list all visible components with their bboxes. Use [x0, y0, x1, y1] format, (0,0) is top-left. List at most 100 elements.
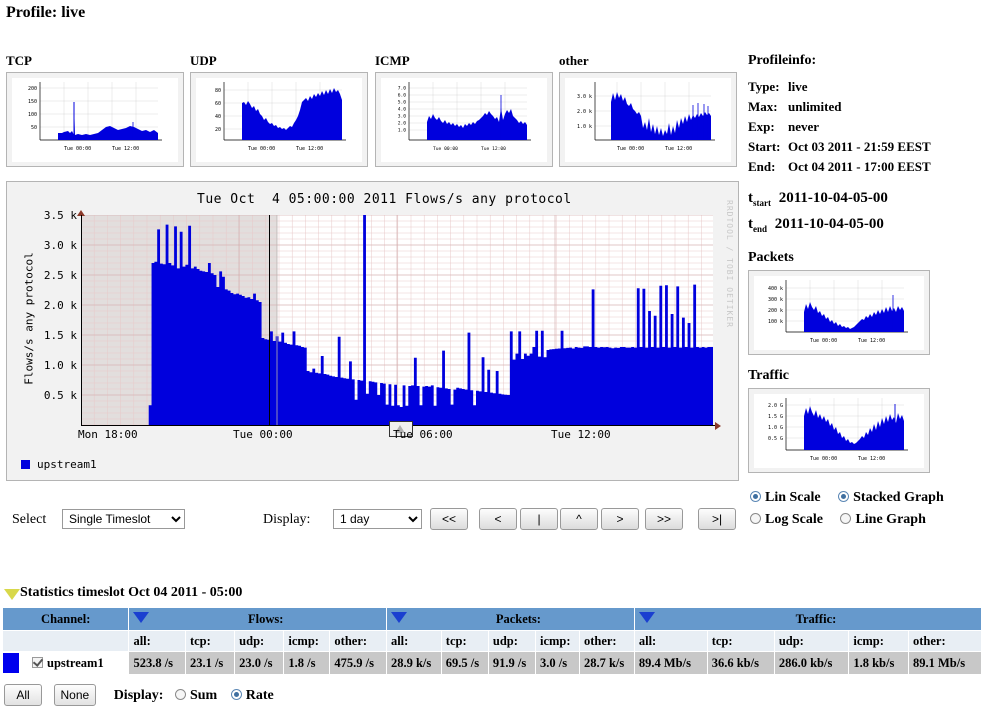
t-end-subscript: end	[753, 224, 768, 234]
profileinfo-value: live	[788, 79, 808, 94]
table-row[interactable]: upstream1 523.8 /s 23.1 /s 23.0 /s 1.8 /…	[2, 651, 982, 675]
svg-text:1.0 k: 1.0 k	[577, 124, 592, 130]
radio-stacked-graph-icon[interactable]	[838, 491, 850, 502]
subheader-flows-tcp[interactable]: tcp:	[184, 630, 236, 652]
svg-text:7.0: 7.0	[398, 86, 407, 92]
subheader-packets-all[interactable]: all:	[385, 630, 442, 652]
radio-line-graph[interactable]: Line Graph	[840, 512, 926, 528]
subheader-traffic-icmp[interactable]: icmp:	[848, 630, 909, 652]
select-all-button[interactable]: All	[4, 684, 42, 706]
channel-checkbox[interactable]	[32, 656, 43, 668]
select-label: Select	[12, 512, 47, 527]
packets-heading: Packets	[748, 250, 794, 265]
subheader-packets-udp[interactable]: udp:	[487, 630, 536, 652]
radio-log-scale-label: Log Scale	[765, 512, 823, 527]
traffic-plot: 2.0 G 1.5 G 1.0 G 0.5 G Tue 00:00 Tue 12:…	[754, 394, 924, 468]
y-axis-line	[81, 215, 82, 426]
radio-rate-label: Rate	[245, 688, 274, 703]
radio-sum-label: Sum	[189, 688, 218, 703]
profileinfo-key: Exp:	[748, 119, 775, 134]
subheader-packets-tcp[interactable]: tcp:	[440, 630, 489, 652]
group-header-flows[interactable]: Flows:	[128, 607, 387, 631]
radio-rate-icon[interactable]	[230, 689, 242, 700]
subheader-flows-udp[interactable]: udp:	[234, 630, 285, 652]
cell-flows-icmp: 1.8 /s	[283, 651, 331, 675]
cell-packets-icmp: 3.0 /s	[534, 651, 580, 675]
subheader-traffic-all[interactable]: all:	[633, 630, 708, 652]
radio-rate[interactable]: Rate	[230, 688, 274, 703]
group-header-flows-label: Flows:	[247, 611, 284, 626]
profileinfo-row-start: Start: Oct 03 2011 - 21:59 EEST	[748, 139, 931, 155]
radio-log-scale-icon[interactable]	[750, 513, 761, 524]
sort-triangle-traffic-icon[interactable]	[638, 611, 655, 623]
packets-graph[interactable]: 400 k 300 k 200 k 100 k Tue 00:00 Tue 12:…	[748, 270, 930, 355]
svg-text:0.5 G: 0.5 G	[768, 436, 783, 442]
subheader-packets-icmp[interactable]: icmp:	[534, 630, 580, 652]
radio-sum-icon[interactable]	[174, 689, 186, 700]
subheader-flows-icmp[interactable]: icmp:	[283, 630, 331, 652]
legend-swatch	[21, 460, 30, 469]
thumbnail-svg-other: 3.0 k 2.0 k 1.0 k Tue 00:00 Tue 12:00	[565, 78, 731, 162]
radio-log-scale[interactable]: Log Scale	[750, 512, 823, 528]
radio-lin-scale-label: Lin Scale	[765, 490, 821, 505]
nav-next-button[interactable]: >	[601, 508, 639, 530]
sort-triangle-packets-icon[interactable]	[390, 611, 407, 623]
svg-text:Tue 12:00: Tue 12:00	[858, 338, 885, 344]
nav-up-button[interactable]: ^	[560, 508, 598, 530]
select-none-button[interactable]: None	[53, 684, 97, 706]
profileinfo-row-type: Type: live	[748, 79, 808, 95]
radio-stacked-graph[interactable]: Stacked Graph	[838, 490, 944, 506]
profileinfo-row-exp: Exp: never	[748, 119, 819, 135]
t-start-row: tstart 2011-10-04-05-00	[748, 190, 888, 208]
group-header-traffic[interactable]: Traffic:	[633, 607, 982, 631]
thumbnail-graph-other[interactable]: 3.0 k 2.0 k 1.0 k Tue 00:00 Tue 12:00	[559, 72, 737, 167]
group-header-packets[interactable]: Packets:	[385, 607, 635, 631]
thumbnail-plot-icmp: 7.0 6.0 5.0 4.0 3.0 2.0 1.0 Tue 00:00 Tue…	[381, 78, 547, 162]
main-graph-panel[interactable]: Tue Oct 4 05:00:00 2011 Flows/s any prot…	[6, 181, 739, 481]
radio-lin-scale[interactable]: Lin Scale	[750, 490, 821, 506]
collapse-triangle-icon[interactable]	[4, 589, 20, 600]
radio-line-graph-icon[interactable]	[840, 513, 852, 524]
graph-options-radios: Lin Scale Stacked Graph Log Scale Line G…	[750, 490, 944, 534]
subheader-traffic-udp[interactable]: udp:	[773, 630, 850, 652]
y-tick: 2.5 k	[43, 269, 77, 282]
traffic-graph[interactable]: 2.0 G 1.5 G 1.0 G 0.5 G Tue 00:00 Tue 12:…	[748, 388, 930, 473]
display-range-select[interactable]: 1 day	[333, 509, 422, 529]
subheader-flows-all[interactable]: all:	[128, 630, 186, 652]
nav-prev-button[interactable]: <	[479, 508, 517, 530]
thumbnail-graph-udp[interactable]: 80 60 40 20 Tue 00:00 Tue 12:00	[190, 72, 368, 167]
cell-packets-other: 28.7 k/s	[578, 651, 635, 675]
nav-forward-button[interactable]: >>	[645, 508, 683, 530]
svg-text:Tue 00:00: Tue 00:00	[433, 146, 458, 152]
svg-text:2.0 G: 2.0 G	[768, 403, 783, 409]
svg-text:1.0 G: 1.0 G	[768, 425, 783, 431]
radio-lin-scale-icon[interactable]	[750, 491, 761, 502]
sort-triangle-flows-icon[interactable]	[133, 611, 150, 623]
timeslot-select[interactable]: Single Timeslot	[62, 509, 185, 529]
svg-text:Tue 12:00: Tue 12:00	[112, 146, 139, 152]
thumbnail-graph-tcp[interactable]: 200 150 100 50 Tue 00:00 Tue 12:00	[6, 72, 184, 167]
statistics-display-label: Display:	[113, 688, 164, 703]
subheader-traffic-tcp[interactable]: tcp:	[706, 630, 775, 652]
channel-cell[interactable]: upstream1	[22, 651, 130, 675]
subheader-traffic-other[interactable]: other:	[908, 630, 982, 652]
y-tick: 3.5 k	[43, 209, 77, 222]
thumbnail-graph-icmp[interactable]: 7.0 6.0 5.0 4.0 3.0 2.0 1.0 Tue 00:00 Tue…	[375, 72, 553, 167]
subheader-flows-other[interactable]: other:	[329, 630, 387, 652]
cell-packets-tcp: 69.5 /s	[440, 651, 489, 675]
nav-first-button[interactable]: <<	[430, 508, 468, 530]
display-label: Display:	[263, 512, 311, 527]
svg-text:1.0: 1.0	[398, 128, 407, 134]
cell-traffic-tcp: 36.6 kb/s	[706, 651, 775, 675]
thumb-label-icmp: ICMP	[375, 53, 410, 68]
traffic-svg: 2.0 G 1.5 G 1.0 G 0.5 G Tue 00:00 Tue 12:…	[754, 394, 924, 468]
cell-packets-all: 28.9 k/s	[385, 651, 442, 675]
main-plot-area[interactable]	[81, 215, 713, 425]
radio-sum[interactable]: Sum	[174, 688, 218, 703]
nav-last-button[interactable]: >|	[698, 508, 736, 530]
profileinfo-key: Type:	[748, 79, 780, 94]
subheader-packets-other[interactable]: other:	[578, 630, 635, 652]
nav-center-button[interactable]: |	[520, 508, 558, 530]
cell-traffic-icmp: 1.8 kb/s	[848, 651, 909, 675]
svg-text:Tue 12:00: Tue 12:00	[481, 146, 506, 152]
